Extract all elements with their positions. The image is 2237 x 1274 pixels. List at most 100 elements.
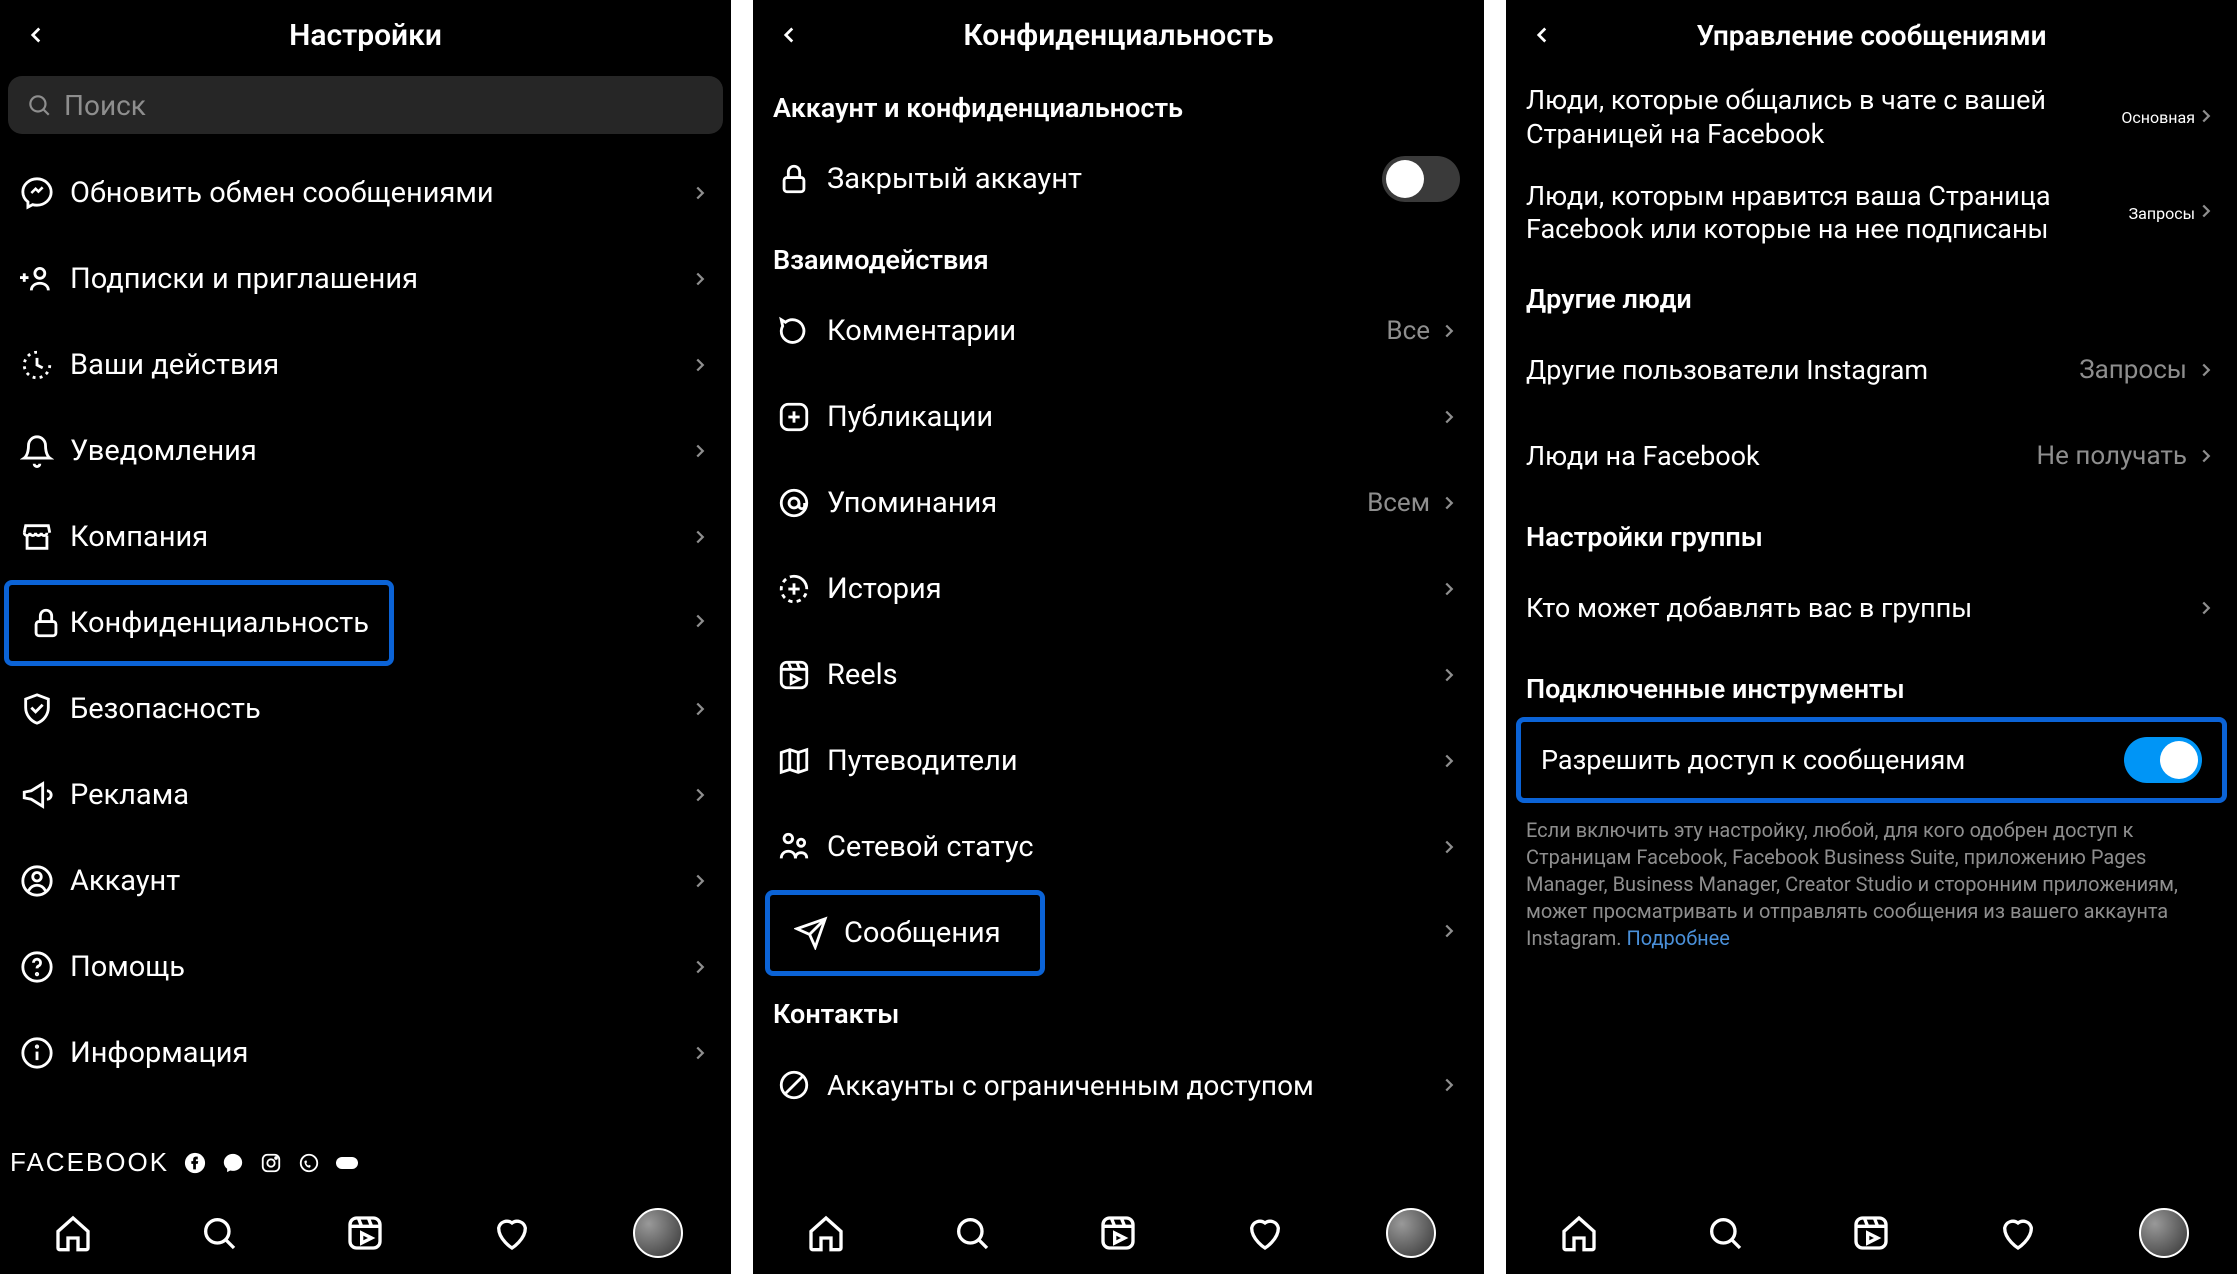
row-private-account[interactable]: Закрытый аккаунт: [753, 136, 1484, 222]
back-button[interactable]: [1520, 13, 1564, 57]
row-label: Помощь: [70, 950, 689, 984]
row-fb-chat-people[interactable]: Люди, которые общались в чате с вашей Ст…: [1506, 70, 2237, 166]
comment-icon: [777, 314, 811, 348]
home-icon: [1559, 1213, 1599, 1253]
row-security[interactable]: Безопасность: [0, 666, 731, 752]
row-comments[interactable]: Комментарии Все: [753, 288, 1484, 374]
plus-square-icon: [777, 400, 811, 434]
row-label: Упоминания: [827, 486, 1367, 520]
nav-profile[interactable]: [2134, 1203, 2194, 1263]
row-allow-access-highlighted[interactable]: Разрешить доступ к сообщениям: [1516, 717, 2227, 803]
heart-icon: [1998, 1213, 2038, 1253]
chevron-right-icon: [689, 440, 711, 462]
row-label: Люди на Facebook: [1526, 440, 2037, 472]
section-other-people: Другие люди: [1506, 261, 2237, 327]
chevron-right-icon: [2195, 359, 2217, 381]
nav-activity[interactable]: [482, 1203, 542, 1263]
row-messenger[interactable]: Обновить обмен сообщениями: [0, 150, 731, 236]
at-icon: [777, 486, 811, 520]
nav-profile[interactable]: [1381, 1203, 1441, 1263]
back-icon: [776, 22, 802, 48]
row-value: Основная: [2121, 108, 2195, 127]
row-account[interactable]: Аккаунт: [0, 838, 731, 924]
learn-more-link[interactable]: Подробнее: [1627, 926, 1730, 950]
row-activity[interactable]: Ваши действия: [0, 322, 731, 408]
chevron-right-icon: [689, 182, 711, 204]
row-privacy-highlighted[interactable]: Конфиденциальность: [4, 580, 394, 666]
row-reels[interactable]: Reels: [753, 632, 1484, 718]
back-button[interactable]: [767, 13, 811, 57]
nav-search[interactable]: [189, 1203, 249, 1263]
row-story[interactable]: История: [753, 546, 1484, 632]
nav-home[interactable]: [796, 1203, 856, 1263]
nav-home[interactable]: [43, 1203, 103, 1263]
avatar-icon: [633, 1208, 683, 1258]
bottom-nav: [0, 1192, 731, 1274]
row-business[interactable]: Компания: [0, 494, 731, 580]
back-button[interactable]: [14, 13, 58, 57]
row-label: История: [827, 572, 1438, 606]
section-account-privacy: Аккаунт и конфиденциальность: [753, 70, 1484, 136]
row-label: Сетевой статус: [827, 830, 1438, 864]
toggle-private-account[interactable]: [1382, 156, 1460, 202]
header-privacy: Конфиденциальность: [753, 0, 1484, 70]
screen-settings: Настройки Поиск Обновить обмен сообщения…: [0, 0, 731, 1274]
page-title: Управление сообщениями: [1506, 19, 2237, 52]
nav-reels[interactable]: [1841, 1203, 1901, 1263]
row-follow-invite[interactable]: Подписки и приглашения: [0, 236, 731, 322]
chevron-right-icon: [689, 354, 711, 376]
row-label: Ваши действия: [70, 348, 689, 382]
row-value: Всем: [1367, 488, 1430, 518]
row-label: Подписки и приглашения: [70, 262, 689, 296]
chevron-right-icon: [689, 870, 711, 892]
screen-message-controls: Управление сообщениями Люди, которые общ…: [1506, 0, 2237, 1274]
row-ads[interactable]: Реклама: [0, 752, 731, 838]
row-fb-page-likers[interactable]: Люди, которым нравится ваша Страница Fac…: [1506, 166, 2237, 262]
oculus-logo-icon: [335, 1151, 359, 1175]
nav-profile[interactable]: [628, 1203, 688, 1263]
account-circle-icon: [20, 864, 54, 898]
reels-icon: [1098, 1213, 1138, 1253]
row-label: Сообщения: [844, 916, 1016, 950]
search-icon: [26, 92, 52, 118]
avatar-icon: [2139, 1208, 2189, 1258]
row-group-add[interactable]: Кто может добавлять вас в группы: [1506, 565, 2237, 651]
nav-activity[interactable]: [1988, 1203, 2048, 1263]
row-label: Другие пользователи Instagram: [1526, 354, 2079, 386]
messenger-logo-icon: [221, 1151, 245, 1175]
nav-reels[interactable]: [1088, 1203, 1148, 1263]
row-help[interactable]: Помощь: [0, 924, 731, 1010]
row-value: Запросы: [2079, 355, 2187, 385]
row-people-fb[interactable]: Люди на Facebook Не получать: [1506, 413, 2237, 499]
page-title: Конфиденциальность: [753, 18, 1484, 53]
nav-search[interactable]: [1695, 1203, 1755, 1263]
header-settings: Настройки: [0, 0, 731, 70]
row-info[interactable]: Информация: [0, 1010, 731, 1096]
row-notifications[interactable]: Уведомления: [0, 408, 731, 494]
row-activity-status[interactable]: Сетевой статус: [753, 804, 1484, 890]
screen-privacy: Конфиденциальность Аккаунт и конфиденциа…: [753, 0, 1484, 1274]
reels-icon: [777, 658, 811, 692]
nav-search[interactable]: [942, 1203, 1002, 1263]
row-label: Безопасность: [70, 692, 689, 726]
row-restricted[interactable]: Аккаунты с ограниченным доступом: [753, 1042, 1484, 1128]
section-group-settings: Настройки группы: [1506, 499, 2237, 565]
info-icon: [20, 1036, 54, 1070]
chevron-right-icon: [689, 784, 711, 806]
nav-reels[interactable]: [335, 1203, 395, 1263]
row-label: Аккаунты с ограниченным доступом: [827, 1069, 1438, 1102]
page-title: Настройки: [0, 18, 731, 53]
row-guides[interactable]: Путеводители: [753, 718, 1484, 804]
row-messages-highlighted[interactable]: Сообщения: [765, 890, 1045, 976]
toggle-allow-access[interactable]: [2124, 737, 2202, 783]
add-person-icon: [20, 262, 54, 296]
facebook-logo-icon: [183, 1151, 207, 1175]
row-posts[interactable]: Публикации: [753, 374, 1484, 460]
nav-activity[interactable]: [1235, 1203, 1295, 1263]
row-other-ig[interactable]: Другие пользователи Instagram Запросы: [1506, 327, 2237, 413]
store-icon: [20, 520, 54, 554]
row-mentions[interactable]: Упоминания Всем: [753, 460, 1484, 546]
back-icon: [1529, 22, 1555, 48]
nav-home[interactable]: [1549, 1203, 1609, 1263]
search-input[interactable]: Поиск: [8, 76, 723, 134]
